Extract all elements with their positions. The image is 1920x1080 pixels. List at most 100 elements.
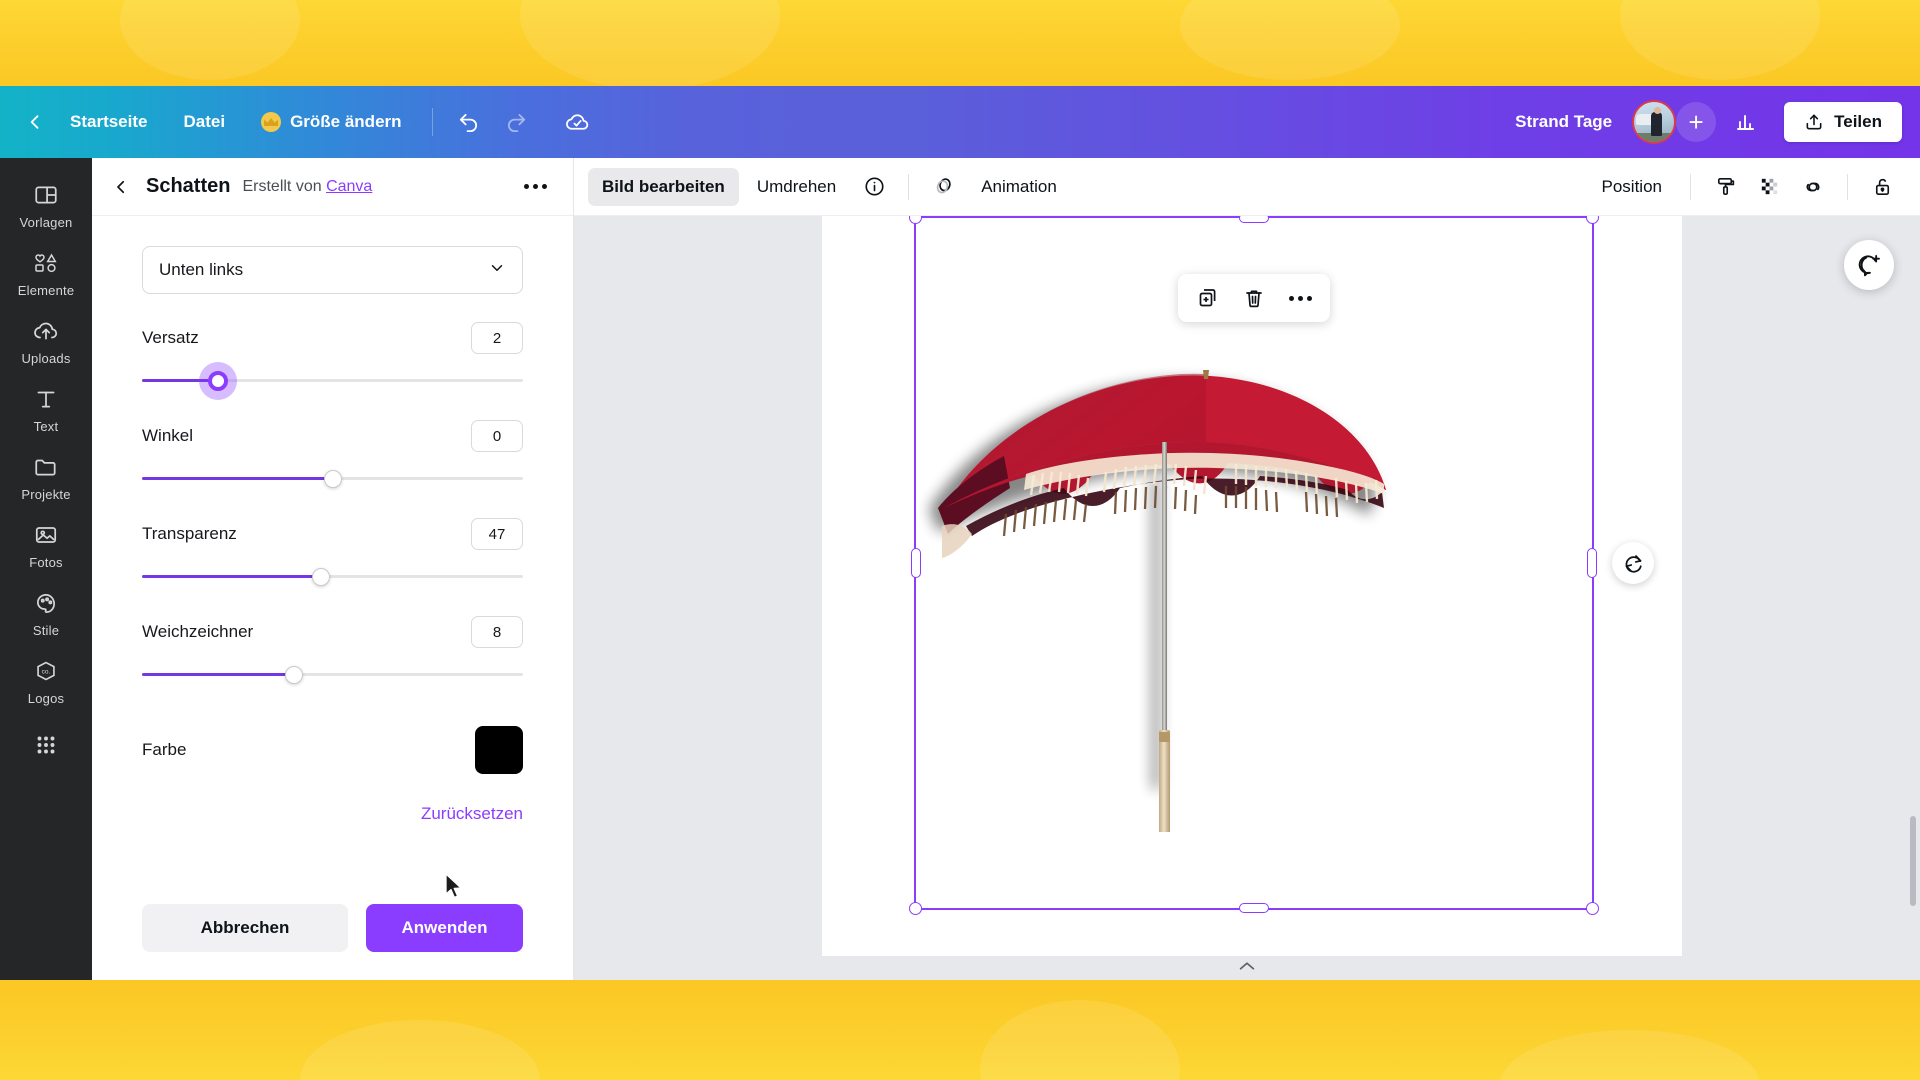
top-toolbar: Startseite Datei Größe ändern Strand Tag… <box>0 86 1920 158</box>
resize-handle-right[interactable] <box>1587 548 1597 578</box>
sidebar-item-logos[interactable]: co. Logos <box>5 648 87 714</box>
winkel-slider[interactable] <box>142 466 523 490</box>
canva-link[interactable]: Canva <box>326 178 372 195</box>
photo-icon <box>35 527 57 543</box>
panel-header: Schatten Erstellt von Canva <box>92 158 573 216</box>
page-background-bottom <box>0 980 1920 1080</box>
sidebar-item-label: Vorlagen <box>19 215 73 230</box>
bar-chart-icon[interactable] <box>1725 101 1767 143</box>
sidebar-item-label: Elemente <box>17 283 75 298</box>
sidebar-item-vorlagen[interactable]: Vorlagen <box>5 172 87 238</box>
toolbar-divider <box>1690 173 1691 200</box>
resize-label: Größe ändern <box>290 112 402 131</box>
editor-body: Vorlagen Elemente Uploads Text Projekte … <box>0 158 1920 980</box>
text-icon <box>37 391 55 408</box>
sidebar-item-projekte[interactable]: Projekte <box>5 444 87 510</box>
unlock-icon[interactable] <box>1862 167 1902 207</box>
add-member-button[interactable]: + <box>1676 102 1717 142</box>
resize-handle-bottom-left[interactable] <box>909 902 922 915</box>
resize-handle-bottom-right[interactable] <box>1586 902 1599 915</box>
resize-handle-top-left[interactable] <box>909 216 922 224</box>
selection-frame[interactable] <box>909 216 1654 915</box>
sidebar-item-text[interactable]: Text <box>5 376 87 442</box>
left-sidebar: Vorlagen Elemente Uploads Text Projekte … <box>0 158 92 980</box>
resize-handle-bottom[interactable] <box>1239 903 1269 913</box>
transparenz-slider[interactable] <box>142 564 523 588</box>
sidebar-item-fotos[interactable]: Fotos <box>5 512 87 578</box>
color-swatch[interactable] <box>475 726 523 774</box>
add-comment-icon[interactable] <box>1844 240 1894 290</box>
resize-button[interactable]: Größe ändern <box>245 104 417 140</box>
document-title[interactable]: Strand Tage <box>1515 112 1612 132</box>
color-label: Farbe <box>142 740 187 759</box>
control-value-input[interactable]: 2 <box>471 322 523 354</box>
palette-icon <box>37 594 55 613</box>
shadow-direction-select[interactable]: Unten links <box>142 246 523 294</box>
cloud-check-icon[interactable] <box>557 101 599 143</box>
position-button[interactable]: Position <box>1588 168 1676 206</box>
crown-icon <box>261 112 282 132</box>
editor-pane: Bild bearbeiten Umdrehen Animation Posit… <box>574 158 1920 980</box>
panel-footer: Abbrechen Anwenden <box>92 904 573 980</box>
resize-handle-left[interactable] <box>911 548 921 578</box>
sidebar-item-label: Logos <box>27 691 65 706</box>
animation-button[interactable]: Animation <box>967 168 1071 206</box>
edit-image-button[interactable]: Bild bearbeiten <box>588 167 739 206</box>
control-value-input[interactable]: 0 <box>471 420 523 452</box>
home-button[interactable]: Startseite <box>54 104 163 140</box>
versatz-slider[interactable] <box>142 368 523 392</box>
logo-icon: co. <box>37 661 55 681</box>
share-button[interactable]: Teilen <box>1784 102 1902 142</box>
chevron-up-icon[interactable] <box>1236 959 1258 978</box>
topbar-right-group: Strand Tage + Teilen <box>1515 100 1920 144</box>
avatar[interactable] <box>1632 100 1677 144</box>
svg-text:co.: co. <box>42 668 51 675</box>
paint-roller-icon[interactable] <box>1705 167 1745 207</box>
folder-icon <box>35 459 56 476</box>
sidebar-item-stile[interactable]: Stile <box>5 580 87 646</box>
animation-icon[interactable] <box>923 167 963 207</box>
rotate-icon[interactable] <box>1612 542 1654 584</box>
panel-body: Unten links Versatz 2 Winkel 0 Transpare… <box>92 216 573 904</box>
file-label: Datei <box>183 112 226 131</box>
shadow-effect-panel: Schatten Erstellt von Canva Unten links <box>92 158 574 980</box>
duplicate-icon[interactable] <box>1188 279 1228 317</box>
panel-subtitle-prefix: Erstellt von <box>242 177 322 195</box>
apply-button[interactable]: Anwenden <box>366 904 523 952</box>
toolbar-divider <box>431 108 433 136</box>
weichzeichner-slider[interactable] <box>142 662 523 686</box>
reset-button[interactable]: Zurücksetzen <box>421 804 523 824</box>
redo-icon[interactable] <box>496 101 538 143</box>
cloud-upload-icon <box>34 322 58 340</box>
sidebar-item-label: Projekte <box>21 487 71 502</box>
link-icon[interactable] <box>1793 167 1833 207</box>
page-background-top <box>0 0 1920 90</box>
file-menu-button[interactable]: Datei <box>167 104 241 140</box>
canvas-scrollbar[interactable] <box>1910 816 1916 906</box>
cancel-button[interactable]: Abbrechen <box>142 904 348 952</box>
back-button[interactable] <box>18 105 52 139</box>
sidebar-item-uploads[interactable]: Uploads <box>5 308 87 374</box>
trash-icon[interactable] <box>1234 279 1274 317</box>
grid-apps-icon[interactable] <box>33 722 59 773</box>
panel-back-button[interactable] <box>108 174 134 200</box>
control-value-input[interactable]: 47 <box>471 518 523 550</box>
undo-icon[interactable] <box>448 101 490 143</box>
panel-more-icon[interactable] <box>520 176 551 197</box>
toolbar-divider <box>1847 173 1848 200</box>
element-more-icon[interactable] <box>1280 279 1320 317</box>
canva-editor-app: Startseite Datei Größe ändern Strand Tag… <box>0 86 1920 980</box>
panel-subtitle: Erstellt von Canva <box>242 178 372 196</box>
resize-handle-top[interactable] <box>1239 216 1269 223</box>
control-farbe: Farbe <box>142 726 523 774</box>
sidebar-item-elemente[interactable]: Elemente <box>5 240 87 306</box>
templates-icon <box>35 186 57 204</box>
sidebar-item-label: Text <box>33 419 59 434</box>
flip-button[interactable]: Umdrehen <box>743 168 850 206</box>
panel-title: Schatten <box>146 175 231 197</box>
info-icon[interactable] <box>854 167 894 207</box>
control-value-input[interactable]: 8 <box>471 616 523 648</box>
canvas-area[interactable] <box>574 216 1920 980</box>
share-label: Teilen <box>1834 112 1882 131</box>
transparency-checker-icon[interactable] <box>1749 167 1789 207</box>
